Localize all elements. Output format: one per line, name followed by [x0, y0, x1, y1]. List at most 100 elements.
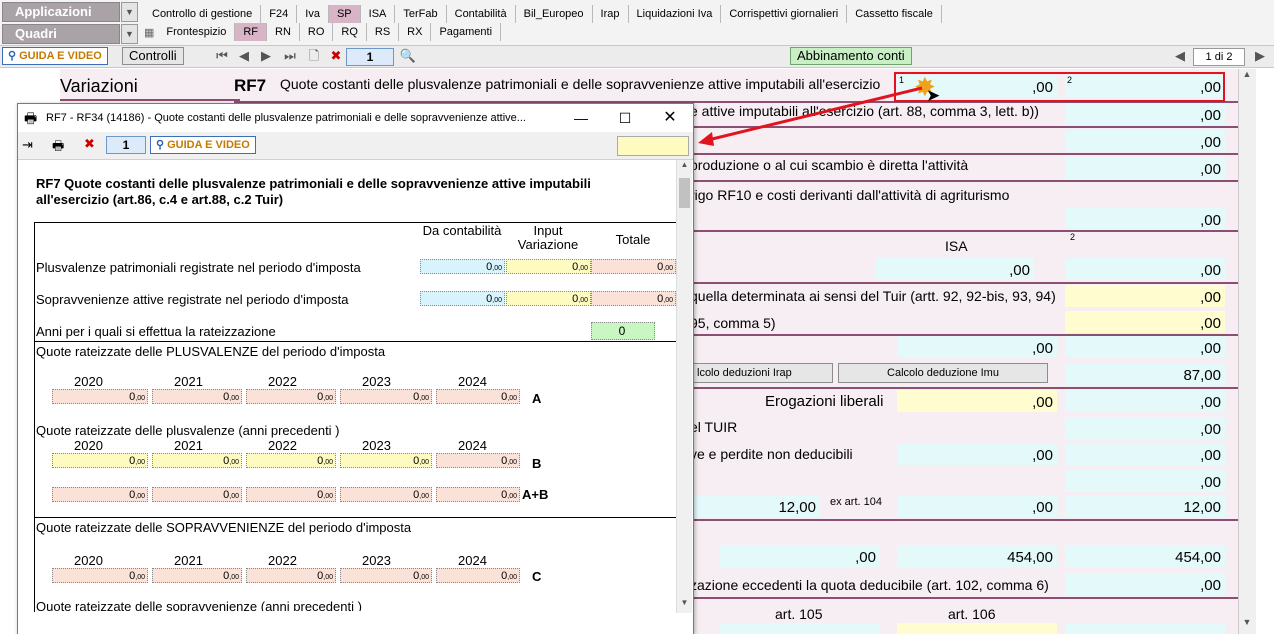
- rf9-field[interactable]: ,00: [1065, 130, 1225, 152]
- quota-field[interactable]: 0,00: [52, 389, 148, 404]
- quota-field[interactable]: 0,00: [152, 389, 242, 404]
- controlli-button[interactable]: Controlli: [122, 47, 184, 65]
- rf21-field-1[interactable]: 12,00: [690, 495, 820, 517]
- chevron-down-icon[interactable]: ▼: [121, 2, 138, 22]
- close-icon[interactable]: ✕: [659, 104, 681, 132]
- calcolo-imu-button[interactable]: Calcolo deduzione Imu: [838, 363, 1048, 383]
- rf21-field-3[interactable]: 12,00: [1065, 495, 1225, 517]
- exit-icon[interactable]: ⇥: [22, 137, 33, 153]
- quota-field[interactable]: 0,00: [52, 487, 148, 502]
- rf23-field[interactable]: ,00: [1065, 573, 1225, 595]
- quota-field[interactable]: 0,00: [152, 453, 242, 468]
- sopr-totale[interactable]: 0,00: [591, 291, 676, 306]
- rf15-field-1[interactable]: ,00: [897, 336, 1057, 358]
- rf13-field[interactable]: ,00: [1065, 285, 1225, 307]
- last-page-icon[interactable]: ⏭: [280, 46, 300, 66]
- chevron-down-icon[interactable]: ▼: [121, 24, 138, 44]
- tab-iva[interactable]: Iva: [297, 5, 329, 23]
- rf22-field-2[interactable]: 454,00: [897, 545, 1057, 567]
- rf19-field-2[interactable]: ,00: [1065, 443, 1225, 465]
- scroll-down-icon[interactable]: ▼: [1240, 617, 1254, 633]
- print-icon[interactable]: 🖶: [52, 137, 64, 159]
- page-scrollbar[interactable]: [1256, 69, 1274, 634]
- rf21-field-2[interactable]: ,00: [897, 495, 1057, 517]
- quota-field[interactable]: 0,00: [436, 568, 520, 583]
- new-page-icon[interactable]: 🗋: [304, 46, 324, 66]
- dialog-target-field[interactable]: [617, 136, 689, 156]
- quota-field[interactable]: 0,00: [52, 453, 148, 468]
- quadro-tab-rn[interactable]: RN: [267, 23, 300, 41]
- next-arrow-icon[interactable]: ▶: [1250, 46, 1270, 66]
- quadro-tab-ro[interactable]: RO: [300, 23, 334, 41]
- delete-icon[interactable]: ✖: [84, 136, 95, 152]
- dialog-guida-video-button[interactable]: ⚲ GUIDA E VIDEO: [150, 136, 256, 154]
- anni-field[interactable]: 0: [591, 322, 655, 340]
- applicazioni-dropdown[interactable]: Applicazioni: [2, 2, 120, 22]
- quota-field[interactable]: 0,00: [52, 568, 148, 583]
- rf24-field-3[interactable]: [1065, 623, 1225, 634]
- quadro-tab-rq[interactable]: RQ: [333, 23, 367, 41]
- calcolo-irap-button[interactable]: lcolo deduzioni Irap: [690, 363, 833, 383]
- quota-field[interactable]: 0,00: [340, 487, 432, 502]
- quota-field[interactable]: 0,00: [152, 487, 242, 502]
- rf8-field[interactable]: ,00: [1065, 103, 1225, 125]
- rf20-field[interactable]: ,00: [1065, 470, 1225, 492]
- rf16-field[interactable]: 87,00: [1065, 363, 1225, 385]
- prev-arrow-icon[interactable]: ◀: [1170, 46, 1190, 66]
- minimize-button[interactable]: —: [570, 104, 592, 132]
- scroll-up-icon[interactable]: ▲: [677, 160, 692, 174]
- abbinamento-conti-button[interactable]: Abbinamento conti: [790, 47, 912, 65]
- rf24-field-1[interactable]: [720, 623, 880, 634]
- tab-liquidazioni-iva[interactable]: Liquidazioni Iva: [629, 5, 722, 23]
- dialog-page-field[interactable]: 1: [106, 136, 146, 154]
- quadro-tab-rx[interactable]: RX: [399, 23, 432, 41]
- quadro-tab-rs[interactable]: RS: [367, 23, 400, 41]
- rf19-field-1[interactable]: ,00: [897, 443, 1057, 465]
- rf22-field-3[interactable]: 454,00: [1065, 545, 1225, 567]
- form-scrollbar[interactable]: [1238, 69, 1256, 634]
- page-number-field[interactable]: 1: [346, 48, 394, 66]
- rf11-field[interactable]: ,00: [1065, 208, 1225, 230]
- next-page-icon[interactable]: ▶: [256, 46, 276, 66]
- quadro-tab-frontespizio[interactable]: Frontespizio: [158, 23, 236, 41]
- tab-irap[interactable]: Irap: [593, 5, 629, 23]
- quota-field[interactable]: 0,00: [152, 568, 242, 583]
- plus-contabilita[interactable]: 0,00: [420, 259, 505, 274]
- sopr-input[interactable]: 0,00: [506, 291, 591, 306]
- tab-sp[interactable]: SP: [328, 5, 361, 23]
- rf14-field[interactable]: ,00: [1065, 311, 1225, 333]
- quota-field[interactable]: 0,00: [246, 453, 336, 468]
- quota-field[interactable]: 0,00: [340, 389, 432, 404]
- rf18-field[interactable]: ,00: [1065, 417, 1225, 439]
- quota-field[interactable]: 0,00: [340, 453, 432, 468]
- isa-field[interactable]: ,00: [876, 258, 1034, 280]
- dialog-scrollbar[interactable]: ▲ ▼: [676, 160, 692, 613]
- scroll-thumb[interactable]: [679, 178, 690, 208]
- scroll-down-icon[interactable]: ▼: [677, 598, 692, 612]
- rf22-field-1[interactable]: ,00: [720, 545, 880, 567]
- erogazioni-field[interactable]: ,00: [897, 390, 1057, 412]
- rf10-field[interactable]: ,00: [1065, 157, 1225, 179]
- tab-f24[interactable]: F24: [261, 5, 298, 23]
- plus-totale[interactable]: 0,00: [591, 259, 676, 274]
- first-page-icon[interactable]: ⏮: [212, 46, 232, 66]
- quota-field[interactable]: 0,00: [436, 389, 520, 404]
- rf24-field-2[interactable]: [897, 623, 1057, 634]
- rf12-field[interactable]: ,00: [1065, 258, 1225, 280]
- prev-page-icon[interactable]: ◀: [234, 46, 254, 66]
- quota-field[interactable]: 0,00: [246, 389, 336, 404]
- delete-page-icon[interactable]: ✖: [326, 46, 346, 66]
- quota-field[interactable]: 0,00: [340, 568, 432, 583]
- quota-field[interactable]: 0,00: [246, 568, 336, 583]
- rf15-field-2[interactable]: ,00: [1065, 336, 1225, 358]
- quadro-tab-pagamenti[interactable]: Pagamenti: [431, 23, 502, 41]
- tab-contabilit-[interactable]: Contabilità: [447, 5, 516, 23]
- rf17-field[interactable]: ,00: [1065, 390, 1225, 412]
- maximize-button[interactable]: ☐: [614, 104, 636, 132]
- tab-isa[interactable]: ISA: [361, 5, 396, 23]
- guida-video-button[interactable]: ⚲ GUIDA E VIDEO: [2, 47, 108, 65]
- quota-field[interactable]: 0,00: [436, 487, 520, 502]
- tab-cassetto-fiscale[interactable]: Cassetto fiscale: [847, 5, 942, 23]
- tab-controllo-di-gestione[interactable]: Controllo di gestione: [144, 5, 262, 23]
- tab-corrispettivi-giornalieri[interactable]: Corrispettivi giornalieri: [721, 5, 848, 23]
